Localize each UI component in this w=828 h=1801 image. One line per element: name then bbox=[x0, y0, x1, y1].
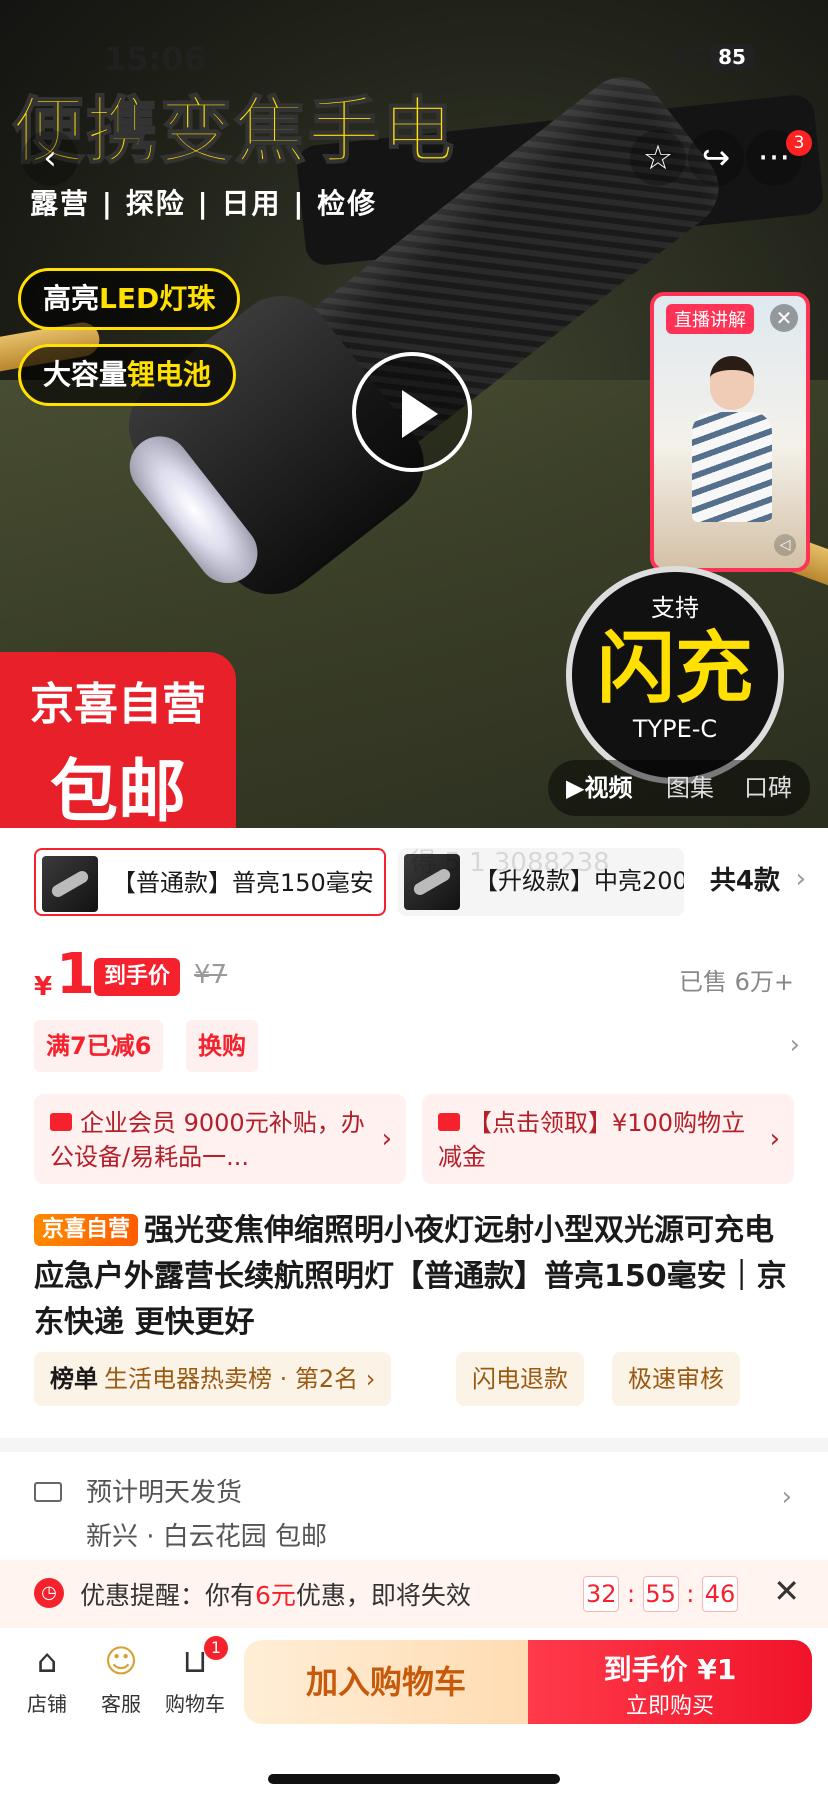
chevron-right-icon[interactable]: › bbox=[796, 864, 806, 894]
product-title: 京喜自营 强光变焦伸缩照明小夜灯远射小型双光源可充电应急户外露营长续航照明灯【普通… bbox=[34, 1208, 794, 1346]
host-figure bbox=[692, 356, 772, 536]
chat-icon: ☺ bbox=[104, 1642, 138, 1680]
cart-button[interactable]: ⊔ 购物车 1 bbox=[160, 1636, 230, 1717]
rank-tag[interactable]: 榜单 生活电器热卖榜 · 第2名 › bbox=[34, 1352, 392, 1406]
play-video-button[interactable] bbox=[352, 352, 472, 472]
product-gallery[interactable]: 便携变焦手电 露营 | 探险 | 日用 | 检修 高亮LED灯珠 大容量锂电池 … bbox=[0, 0, 828, 828]
product-title-text: 强光变焦伸缩照明小夜灯远射小型双光源可充电应急户外露营长续航照明灯【普通款】普亮… bbox=[34, 1213, 787, 1340]
section-divider bbox=[0, 1438, 828, 1452]
tab-gallery[interactable]: 图集 bbox=[666, 760, 714, 816]
rank-label: 榜单 bbox=[50, 1365, 98, 1393]
card-text: 企业会员 9000元补贴，办公设备/易耗品一... bbox=[50, 1109, 365, 1171]
discount-reminder-bar: ◷ 优惠提醒：你有6元优惠，即将失效 32 : 55 : 46 ✕ bbox=[0, 1560, 828, 1628]
chevron-right-icon: › bbox=[769, 1124, 780, 1154]
media-tabs: ▶视频 图集 口碑 bbox=[548, 760, 810, 816]
truck-icon bbox=[34, 1482, 62, 1502]
shipping-address: 新兴 · 白云花园 包邮 bbox=[86, 1522, 328, 1552]
benefit-cards: 企业会员 9000元补贴，办公设备/易耗品一... › 【点击领取】¥100购物… bbox=[34, 1094, 794, 1184]
charge-main: 闪充 bbox=[596, 624, 753, 714]
badge-line2: 包邮 bbox=[49, 753, 186, 828]
service-tags: 榜单 生活电器热卖榜 · 第2名 › 闪电退款 极速审核 bbox=[34, 1352, 794, 1406]
price-value: 1 bbox=[56, 942, 95, 1007]
reminder-prefix: 优惠提醒：你有 bbox=[80, 1581, 256, 1610]
charge-top: 支持 bbox=[651, 594, 699, 622]
reminder-message: 优惠提醒：你有6元优惠，即将失效 bbox=[80, 1576, 471, 1612]
cart-label: 购物车 bbox=[165, 1692, 225, 1716]
add-to-cart-button[interactable]: 加入购物车 bbox=[244, 1640, 528, 1724]
bottom-action-bar: ⌂ 店铺 ☺ 客服 ⊔ 购物车 1 加入购物车 到手价 ¥1 立即购买 bbox=[0, 1628, 828, 1748]
enterprise-member-card[interactable]: 企业会员 9000元补贴，办公设备/易耗品一... › bbox=[34, 1094, 406, 1184]
status-network: 4G bbox=[668, 44, 708, 74]
sku-option[interactable]: 【普通款】普亮150毫安 bbox=[34, 848, 386, 916]
buy-label: 立即购买 bbox=[625, 1694, 714, 1719]
status-bar: 15:06 4G 85 bbox=[0, 40, 828, 80]
promo-chip-discount[interactable]: 满7已减6 bbox=[34, 1020, 164, 1072]
sku-label: 【普通款】普亮150毫安 bbox=[112, 869, 374, 897]
live-tag: 直播讲解 bbox=[666, 304, 754, 334]
service-label: 客服 bbox=[101, 1692, 141, 1716]
shop-button[interactable]: ⌂ 店铺 bbox=[12, 1642, 82, 1717]
share-icon[interactable]: ↪ bbox=[688, 130, 744, 186]
home-indicator[interactable] bbox=[268, 1774, 560, 1784]
cart-badge: 1 bbox=[204, 1636, 228, 1660]
currency-symbol: ¥ bbox=[34, 972, 53, 1002]
chevron-right-icon[interactable]: › bbox=[790, 1030, 800, 1060]
timer-hours: 32 bbox=[583, 1576, 620, 1612]
fast-charge-badge: 支持 闪充 TYPE-C bbox=[566, 566, 784, 784]
live-stream-window[interactable]: 直播讲解 ✕ ◁ bbox=[650, 292, 810, 572]
mute-icon[interactable]: ◁ bbox=[774, 534, 796, 556]
charge-sub: TYPE-C bbox=[632, 715, 718, 743]
fast-refund-tag[interactable]: 闪电退款 bbox=[456, 1352, 584, 1406]
countdown-timer: 32 : 55 : 46 bbox=[583, 1576, 738, 1612]
top-navigation: ‹ ☆ ↪ ··· 3 bbox=[0, 130, 828, 190]
timer-seconds: 46 bbox=[702, 1576, 738, 1612]
more-badge: 3 bbox=[786, 130, 812, 156]
tab-reviews[interactable]: 口碑 bbox=[744, 760, 792, 816]
star-icon[interactable]: ☆ bbox=[630, 130, 686, 186]
price-row: ¥ 1 到手价 ¥7 已售 6万+ bbox=[34, 942, 794, 1010]
jingxi-shipping-badge: 京喜自营 包邮 bbox=[0, 652, 236, 828]
back-icon[interactable]: ‹ bbox=[22, 130, 78, 186]
card-text: 【点击领取】¥100购物立减金 bbox=[438, 1109, 746, 1171]
sku-count[interactable]: 共4款 bbox=[710, 848, 780, 914]
status-time: 15:06 bbox=[104, 40, 206, 78]
watermark-text: 得 5 1 3088238 bbox=[410, 848, 610, 878]
promotion-chips[interactable]: 满7已减6 换购 › bbox=[34, 1020, 800, 1072]
shipping-info[interactable]: 预计明天发货 新兴 · 白云花园 包邮 › bbox=[0, 1456, 828, 1560]
feature-led-label: 高亮 bbox=[43, 282, 100, 315]
buy-now-button[interactable]: 到手价 ¥1 立即购买 bbox=[528, 1640, 812, 1724]
close-icon[interactable]: ✕ bbox=[773, 1572, 800, 1610]
clock-icon: ◷ bbox=[34, 1578, 64, 1608]
chevron-right-icon: › bbox=[781, 1482, 792, 1512]
store-icon: ⌂ bbox=[36, 1642, 58, 1680]
rank-text: 生活电器热卖榜 · 第2名 › bbox=[104, 1365, 376, 1393]
sold-count: 已售 6万+ bbox=[678, 968, 794, 996]
timer-minutes: 55 bbox=[642, 1576, 679, 1612]
tab-video[interactable]: ▶视频 bbox=[566, 760, 632, 816]
customer-service-button[interactable]: ☺ 客服 bbox=[86, 1642, 156, 1717]
battery-icon: 85 bbox=[710, 44, 754, 70]
promo-chip-exchange[interactable]: 换购 bbox=[186, 1020, 258, 1072]
feature-led-highlight: LED灯珠 bbox=[99, 282, 216, 315]
fast-review-tag[interactable]: 极速审核 bbox=[612, 1352, 740, 1406]
badge-line1: 京喜自营 bbox=[30, 679, 206, 730]
feature-led: 高亮LED灯珠 bbox=[18, 268, 241, 330]
shop-label: 店铺 bbox=[27, 1692, 67, 1716]
sku-thumbnail bbox=[42, 856, 98, 912]
user-icon bbox=[50, 1113, 72, 1131]
feature-battery-highlight: 锂电池 bbox=[127, 358, 212, 391]
coupon-card[interactable]: 【点击领取】¥100购物立减金 › bbox=[422, 1094, 794, 1184]
jingxi-badge: 京喜自营 bbox=[34, 1214, 139, 1246]
feature-battery-label: 大容量 bbox=[43, 358, 128, 391]
buy-price: 到手价 ¥1 bbox=[603, 1653, 737, 1686]
card-icon bbox=[438, 1113, 460, 1131]
reminder-suffix: 优惠，即将失效 bbox=[295, 1581, 471, 1610]
feature-battery: 大容量锂电池 bbox=[18, 344, 237, 406]
original-price: ¥7 bbox=[194, 960, 228, 990]
close-icon[interactable]: ✕ bbox=[770, 304, 798, 332]
chevron-right-icon: › bbox=[381, 1124, 392, 1154]
final-price-tag: 到手价 bbox=[94, 958, 181, 996]
reminder-amount: 6元 bbox=[255, 1581, 296, 1610]
shipping-eta: 预计明天发货 bbox=[86, 1478, 243, 1508]
